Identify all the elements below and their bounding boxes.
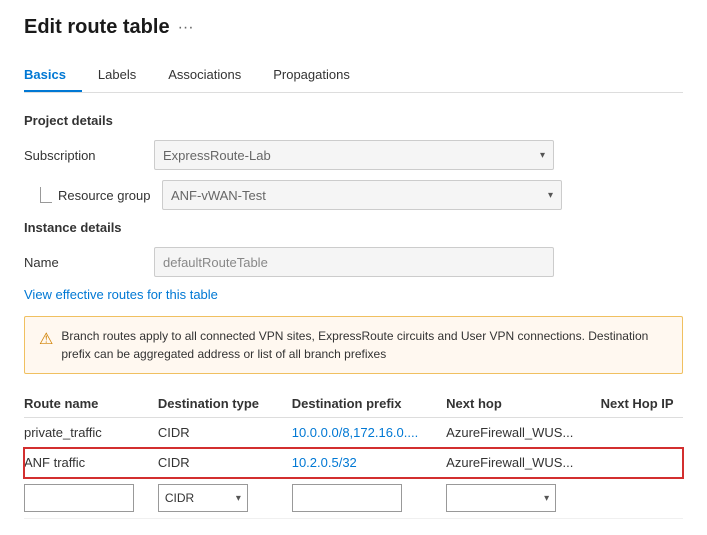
new-dest-prefix-input[interactable] — [292, 484, 402, 512]
next-hop-cell: AzureFirewall_WUS... — [446, 418, 600, 448]
warning-icon: ⚠ — [39, 328, 53, 352]
name-value: defaultRouteTable — [163, 255, 268, 270]
view-effective-routes-link[interactable]: View effective routes for this table — [24, 287, 218, 302]
warning-text: Branch routes apply to all connected VPN… — [61, 327, 668, 363]
col-header-next-hop: Next hop — [446, 390, 600, 418]
next-hop-ip-cell-2 — [601, 448, 683, 478]
resource-group-value: ANF-vWAN-Test — [171, 188, 266, 203]
col-header-destination-prefix: Destination prefix — [292, 390, 446, 418]
subscription-chevron-icon: ▾ — [540, 150, 545, 161]
route-name-cell-2: ANF traffic — [24, 448, 158, 478]
dest-type-chevron-icon: ▾ — [236, 493, 241, 504]
tab-basics[interactable]: Basics — [24, 59, 82, 92]
subscription-value: ExpressRoute-Lab — [163, 148, 271, 163]
next-hop-ip-cell — [601, 418, 683, 448]
route-name-cell: private_traffic — [24, 418, 158, 448]
new-dest-type-select[interactable]: CIDR ▾ — [158, 484, 248, 512]
next-hop-cell-2: AzureFirewall_WUS... — [446, 448, 600, 478]
tab-bar: Basics Labels Associations Propagations — [24, 59, 683, 93]
tab-labels[interactable]: Labels — [98, 59, 152, 92]
dest-prefix-link[interactable]: 10.0.0.0/8,172.16.0.... — [292, 425, 419, 440]
subscription-select[interactable]: ExpressRoute-Lab ▾ — [154, 140, 554, 170]
project-details-label: Project details — [24, 113, 683, 128]
page-title: Edit route table — [24, 16, 170, 39]
new-dest-type-value: CIDR — [165, 491, 194, 505]
warning-banner: ⚠ Branch routes apply to all connected V… — [24, 316, 683, 374]
dest-prefix-link-2[interactable]: 10.2.0.5/32 — [292, 455, 357, 470]
col-header-route-name: Route name — [24, 390, 158, 418]
routes-table: Route name Destination type Destination … — [24, 390, 683, 519]
resource-group-chevron-icon: ▾ — [548, 190, 553, 201]
new-route-row: CIDR ▾ ▾ — [24, 478, 683, 519]
subscription-label: Subscription — [24, 148, 154, 163]
new-nexthop-select[interactable]: ▾ — [446, 484, 556, 512]
dest-type-cell-2: CIDR — [158, 448, 292, 478]
tab-associations[interactable]: Associations — [168, 59, 257, 92]
name-label: Name — [24, 255, 154, 270]
tab-propagations[interactable]: Propagations — [273, 59, 366, 92]
table-row: private_traffic CIDR 10.0.0.0/8,172.16.0… — [24, 418, 683, 448]
name-input[interactable]: defaultRouteTable — [154, 247, 554, 277]
table-row-highlighted: ANF traffic CIDR 10.2.0.5/32 AzureFirewa… — [24, 448, 683, 478]
resource-group-label: Resource group — [58, 188, 151, 203]
more-options-icon[interactable]: ··· — [178, 19, 194, 37]
resource-group-select[interactable]: ANF-vWAN-Test ▾ — [162, 180, 562, 210]
dest-prefix-cell-2: 10.2.0.5/32 — [292, 448, 446, 478]
dest-prefix-cell: 10.0.0.0/8,172.16.0.... — [292, 418, 446, 448]
col-header-destination-type: Destination type — [158, 390, 292, 418]
nexthop-chevron-icon: ▾ — [544, 493, 549, 504]
instance-details-label: Instance details — [24, 220, 683, 235]
new-route-name-input[interactable] — [24, 484, 134, 512]
dest-type-cell: CIDR — [158, 418, 292, 448]
col-header-next-hop-ip: Next Hop IP — [601, 390, 683, 418]
